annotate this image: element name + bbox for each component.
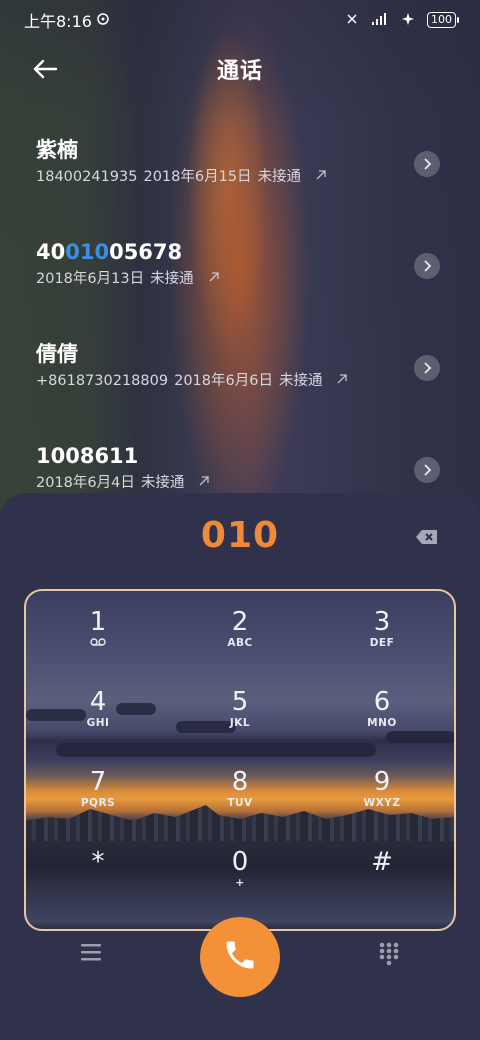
key-4[interactable]: 4 GHI [48,687,148,757]
call-details: 2018年6月13日 未接通 [36,268,480,290]
contact-name: 紫楠 [36,138,78,162]
call-log-item[interactable]: 倩倩 +8618730218809 2018年6月6日 未接通 [0,324,480,426]
outgoing-call-arrow-icon [208,268,220,290]
key-2[interactable]: 2 ABC [190,607,290,677]
wifi-icon [401,12,415,29]
call-status: 未接通 [278,373,323,389]
voicemail-icon [48,637,148,649]
chevron-right-icon[interactable] [414,355,440,381]
status-bar: 上午8:16 100 [0,0,480,40]
back-arrow-icon[interactable] [30,54,60,84]
battery-icon: 100 [427,12,459,28]
contact-name: 4001005678 [36,240,183,264]
call-date: 2018年6月6日 [174,373,273,389]
dialpad: 1 2 ABC 3 DEF 4 GHI 5 JKL 6 MNO 7 PQRS 8 [24,589,456,931]
contact-name: 1008611 [36,444,139,468]
outgoing-call-arrow-icon [198,472,210,494]
contact-name: 倩倩 [36,342,78,366]
status-time-group: 上午8:16 [24,8,110,32]
call-status: 未接通 [257,169,302,185]
call-log-item[interactable]: 4001005678 2018年6月13日 未接通 [0,222,480,324]
key-hash[interactable]: # [332,847,432,917]
outgoing-call-arrow-icon [336,370,348,392]
dialpad-icon[interactable] [378,941,400,967]
call-status: 未接通 [150,271,194,287]
key-5[interactable]: 5 JKL [190,687,290,757]
backspace-icon[interactable] [414,527,440,547]
key-6[interactable]: 6 MNO [332,687,432,757]
key-0[interactable]: 0 + [190,847,290,917]
outgoing-call-arrow-icon [315,166,327,188]
key-star[interactable]: * [48,847,148,917]
call-date: 2018年6月4日 [36,475,135,491]
call-button[interactable] [200,917,280,997]
chevron-right-icon[interactable] [414,151,440,177]
status-icons: 100 [345,12,459,29]
dialed-number-display[interactable]: 010 [0,515,480,556]
call-details: 18400241935 2018年6月15日 未接通 [36,166,480,188]
phone-icon [222,937,258,977]
key-1[interactable]: 1 [48,607,148,677]
call-status: 未接通 [140,475,185,491]
phone-number: +8618730218809 [36,373,169,389]
chevron-right-icon[interactable] [414,457,440,483]
call-date: 2018年6月13日 [36,271,145,287]
key-9[interactable]: 9 WXYZ [332,767,432,837]
notification-icon [96,11,110,30]
nfc-icon [345,12,359,29]
call-log-list: 紫楠 18400241935 2018年6月15日 未接通 4001005678… [0,120,480,528]
signal-icon [371,12,389,28]
status-time: 上午8:16 [24,12,92,31]
dialer-action-bar [0,913,480,1003]
chevron-right-icon[interactable] [414,253,440,279]
call-details: 2018年6月4日 未接通 [36,472,480,494]
key-7[interactable]: 7 PQRS [48,767,148,837]
call-details: +8618730218809 2018年6月6日 未接通 [36,370,480,392]
call-date: 2018年6月15日 [143,169,252,185]
dialer-panel: 010 1 2 ABC 3 DEF 4 GHI 5 JKL 6 MNO 7 PQ… [0,493,480,1040]
key-8[interactable]: 8 TUV [190,767,290,837]
app-header: 通话 [0,44,480,94]
key-3[interactable]: 3 DEF [332,607,432,677]
page-title: 通话 [216,59,263,84]
menu-icon[interactable] [78,941,104,963]
call-log-item[interactable]: 紫楠 18400241935 2018年6月15日 未接通 [0,120,480,222]
phone-number: 18400241935 [36,169,138,185]
